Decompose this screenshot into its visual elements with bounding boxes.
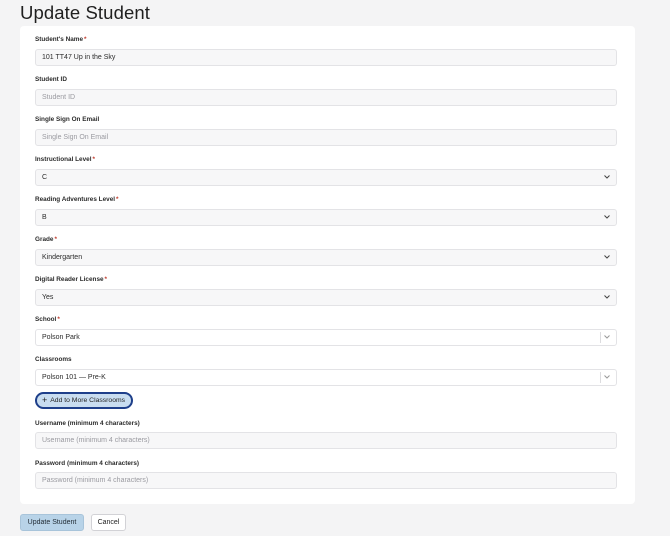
chevron-down-icon [604,250,610,259]
username-label: Username (minimum 4 characters) [35,420,140,427]
chevron-down-icon [604,290,610,299]
chevron-down-icon[interactable] [604,330,610,339]
instructional-level-select[interactable]: C [35,169,617,186]
required-marker: * [84,36,87,43]
chevron-down-icon[interactable] [604,370,610,379]
chevron-down-icon [604,170,610,179]
required-marker: * [116,196,119,203]
sso-email-input[interactable]: Single Sign On Email [35,129,617,146]
cancel-button[interactable]: Cancel [91,514,126,531]
required-marker: * [54,236,57,243]
reading-adventures-level-value: B [42,214,47,221]
add-to-more-classrooms-label: Add to More Classrooms [50,397,126,404]
reading-adventures-level-label: Reading Adventures Level* [35,196,119,203]
student-name-input[interactable]: 101 TT47 Up in the Sky [35,49,617,66]
plus-icon: + [42,395,48,405]
page-title: Update Student [20,2,150,23]
chevron-down-icon [604,210,610,219]
password-input[interactable]: Password (minimum 4 characters) [35,472,617,489]
username-input[interactable]: Username (minimum 4 characters) [35,432,617,449]
student-id-label: Student ID [35,76,67,83]
required-marker: * [104,276,108,283]
password-label: Password (minimum 4 characters) [35,460,140,467]
required-marker: * [57,316,60,323]
classrooms-label: Classrooms [35,356,72,363]
grade-value: Kindergarten [42,254,83,261]
digital-reader-license-value: Yes [42,294,54,301]
classrooms-value: Polson 101 — Pre-K [42,374,106,381]
grade-select[interactable]: Kindergarten [35,249,617,266]
student-id-input[interactable]: Student ID [35,89,617,106]
sso-email-label: Single Sign On Email [35,116,100,123]
grade-label: Grade* [35,236,57,243]
combobox-separator [600,372,601,383]
instructional-level-label: Instructional Level* [35,156,95,163]
combobox-separator [600,332,601,343]
required-marker: * [92,156,95,163]
student-form-card: Student's Name* 101 TT47 Up in the Sky S… [20,26,635,504]
instructional-level-value: C [42,174,48,181]
classrooms-combobox[interactable]: Polson 101 — Pre-K [35,369,617,386]
reading-adventures-level-select[interactable]: B [35,209,617,226]
school-value: Polson Park [42,334,80,341]
school-combobox[interactable]: Polson Park [35,329,617,346]
digital-reader-license-label: Digital Reader License* [35,276,108,283]
update-student-button[interactable]: Update Student [20,514,84,531]
digital-reader-license-select[interactable]: Yes [35,289,617,306]
school-label: School* [35,316,60,323]
student-name-label: Student's Name* [35,36,87,43]
add-to-more-classrooms-button[interactable]: + Add to More Classrooms [35,392,134,409]
